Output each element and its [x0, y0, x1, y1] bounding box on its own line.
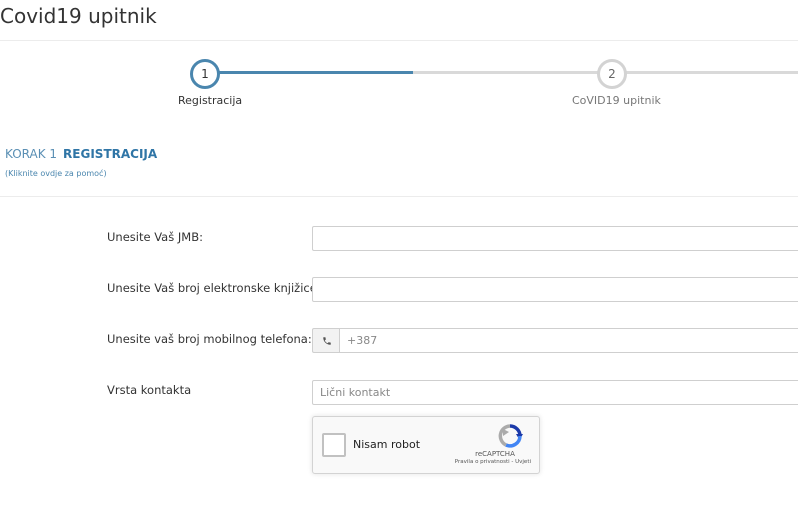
phone-input[interactable] [339, 328, 798, 353]
phone-addon [312, 328, 340, 353]
phone-label: Unesite vaš broj mobilnog telefona: [107, 332, 312, 346]
section-divider [0, 196, 798, 197]
contact-type-label: Vrsta kontakta [107, 383, 192, 397]
jmb-input[interactable] [312, 226, 798, 251]
step-prefix: KORAK 1 [5, 147, 58, 161]
jmb-label: Unesite Vaš JMB: [107, 230, 203, 244]
recaptcha-brand: reCAPTCHA [475, 450, 515, 458]
step-2-number: 2 [608, 67, 616, 81]
card-number-label: Unesite Vaš broj elektronske knjižice: [107, 281, 321, 295]
card-number-input[interactable] [312, 277, 798, 302]
step-2-label: CoVID19 upitnik [572, 94, 661, 107]
phone-icon [322, 331, 332, 350]
section-heading: KORAK 1 REGISTRACIJA [5, 147, 157, 161]
page-title: Covid19 upitnik [0, 4, 157, 28]
step-2-indicator: 2 [597, 59, 627, 89]
step-title: REGISTRACIJA [63, 147, 158, 161]
contact-type-input[interactable] [312, 380, 798, 405]
recaptcha-terms-link[interactable]: Pravila o privatnosti - Uvjeti [439, 459, 531, 465]
step-1-label: Registracija [178, 94, 243, 107]
recaptcha-checkbox[interactable] [322, 433, 346, 457]
header-divider [0, 40, 798, 41]
stepper-progress-active [218, 71, 413, 74]
step-1-indicator: 1 [190, 59, 220, 89]
recaptcha-logo-icon [497, 423, 523, 453]
recaptcha-checkbox-label: Nisam robot [353, 438, 421, 451]
help-link[interactable]: (Kliknite ovdje za pomoć) [5, 169, 107, 178]
step-1-number: 1 [201, 67, 209, 81]
recaptcha-widget: Nisam robot reCAPTCHA Pravila o privatno… [312, 416, 540, 474]
